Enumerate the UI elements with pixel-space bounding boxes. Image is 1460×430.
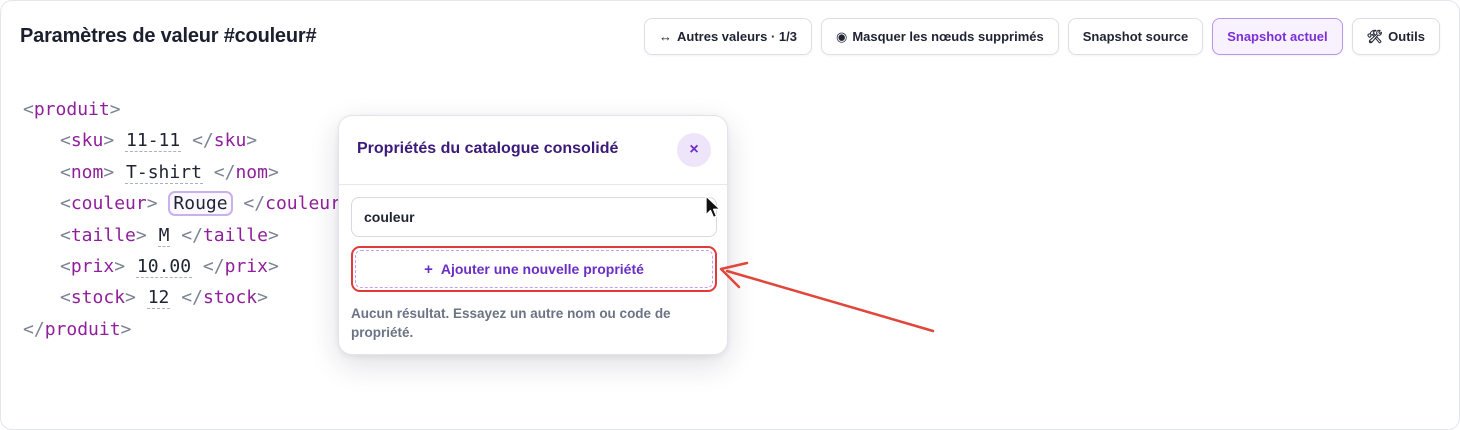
xml-field-sku: <sku> 11-11 </sku>	[60, 130, 258, 153]
xml-root-open: <produit>	[23, 99, 121, 120]
radio-dot-icon: ◉	[835, 28, 848, 44]
toolbar: ↔ Autres valeurs · 1/3 ◉ Masquer les nœu…	[644, 18, 1440, 55]
close-icon: ×	[689, 141, 699, 158]
xml-value[interactable]: 12	[146, 287, 171, 310]
xml-root-close: </produit>	[23, 318, 132, 340]
xml-field-nom: <nom> T-shirt </nom>	[60, 161, 279, 184]
app-frame: Paramètres de valeur #couleur# ↔ Autres …	[0, 0, 1460, 430]
arrow-shaft	[725, 269, 935, 333]
popover-title: Propriétés du catalogue consolidé	[357, 140, 619, 157]
xml-tag: prix	[70, 255, 115, 277]
xml-tag: produit	[33, 99, 110, 120]
xml-tag: sku	[213, 130, 247, 152]
xml-value[interactable]: 10.00	[135, 255, 193, 278]
mouse-cursor-icon	[705, 195, 721, 219]
xml-field-stock: <stock> 12 </stock>	[60, 287, 268, 310]
divider	[339, 184, 727, 185]
hide-deleted-label: Masquer les nœuds supprimés	[852, 29, 1044, 44]
xml-value-selected[interactable]: Rouge	[168, 191, 233, 217]
page-title: Paramètres de valeur #couleur#	[20, 25, 317, 47]
snapshot-source-button[interactable]: Snapshot source	[1067, 18, 1204, 55]
xml-tag: sku	[70, 130, 104, 152]
other-values-button[interactable]: ↔ Autres valeurs · 1/3	[644, 18, 812, 55]
tools-icon: 🛠	[1366, 28, 1384, 44]
xml-value[interactable]: T-shirt	[125, 161, 203, 184]
xml-tag: nom	[235, 161, 268, 183]
xml-tag: couleur	[265, 193, 341, 215]
xml-tag: stock	[70, 287, 126, 309]
xml-tag: produit	[44, 318, 121, 340]
snapshot-current-label: Snapshot actuel	[1227, 29, 1328, 44]
tools-label: Outils	[1388, 29, 1425, 44]
empty-results-message: Aucun résultat. Essayez un autre nom ou …	[351, 306, 671, 340]
xml-tag: nom	[70, 161, 104, 183]
xml-tag: taille	[202, 224, 268, 246]
xml-tag: couleur	[70, 193, 147, 215]
other-values-label: Autres valeurs · 1/3	[677, 29, 797, 44]
add-new-property-button[interactable]: + Ajouter une nouvelle propriété	[351, 246, 717, 292]
property-picker-popover: Propriétés du catalogue consolidé × + Aj…	[338, 115, 728, 355]
hide-deleted-nodes-toggle[interactable]: ◉ Masquer les nœuds supprimés	[820, 18, 1059, 55]
add-new-property-label: Ajouter une nouvelle propriété	[440, 261, 644, 277]
xml-value[interactable]: M	[157, 224, 171, 247]
xml-tag: prix	[224, 255, 268, 277]
property-search-input[interactable]	[351, 197, 717, 237]
snapshot-source-label: Snapshot source	[1082, 29, 1189, 44]
tools-button[interactable]: 🛠 Outils	[1351, 18, 1440, 55]
xml-field-couleur: <couleur> Rouge </couleur>	[60, 191, 352, 217]
xml-tag: stock	[202, 287, 258, 309]
swap-arrows-icon: ↔	[659, 29, 673, 44]
xml-viewer: <produit> <sku> 11-11 </sku> <nom> T-shi…	[23, 94, 352, 345]
xml-field-prix: <prix> 10.00 </prix>	[60, 255, 279, 278]
xml-field-taille: <taille> M </taille>	[60, 224, 279, 247]
close-button[interactable]: ×	[677, 133, 711, 167]
snapshot-current-button[interactable]: Snapshot actuel	[1212, 18, 1343, 55]
xml-tag: taille	[70, 224, 136, 246]
plus-icon: +	[424, 260, 433, 278]
xml-value[interactable]: 11-11	[125, 130, 182, 153]
